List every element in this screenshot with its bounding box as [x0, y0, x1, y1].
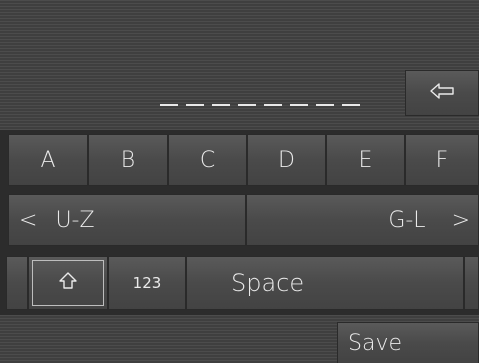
key-b[interactable]: B	[88, 134, 168, 186]
save-button[interactable]: Save	[337, 322, 479, 363]
backspace-arrow-icon	[429, 82, 455, 104]
top-bar	[0, 0, 479, 60]
chevron-left-icon: <	[19, 207, 38, 233]
key-c[interactable]: C	[168, 134, 247, 186]
backspace-button[interactable]	[405, 70, 479, 116]
left-edge-key	[6, 256, 28, 310]
numbers-button[interactable]: 123	[108, 256, 186, 310]
save-label: Save	[348, 330, 403, 356]
shift-button[interactable]	[28, 256, 108, 310]
input-slot	[264, 104, 282, 106]
key-f[interactable]: F	[405, 134, 479, 186]
space-label: Space	[231, 269, 305, 297]
input-slot	[212, 104, 230, 106]
next-page-button[interactable]: G-L >	[246, 194, 479, 246]
space-button[interactable]: Space	[186, 256, 464, 310]
key-a[interactable]: A	[8, 134, 88, 186]
input-slot	[238, 104, 256, 106]
next-page-label: G-L	[388, 207, 426, 233]
input-slot	[290, 104, 308, 106]
key-d[interactable]: D	[247, 134, 326, 186]
input-slot	[160, 104, 178, 106]
input-slot	[186, 104, 204, 106]
prev-page-label: U-Z	[55, 207, 95, 233]
chevron-right-icon: >	[451, 207, 470, 233]
key-e[interactable]: E	[326, 134, 405, 186]
input-slot	[316, 104, 334, 106]
input-slot	[342, 104, 360, 106]
right-edge-key	[464, 256, 479, 310]
prev-page-button[interactable]: < U-Z	[8, 194, 246, 246]
